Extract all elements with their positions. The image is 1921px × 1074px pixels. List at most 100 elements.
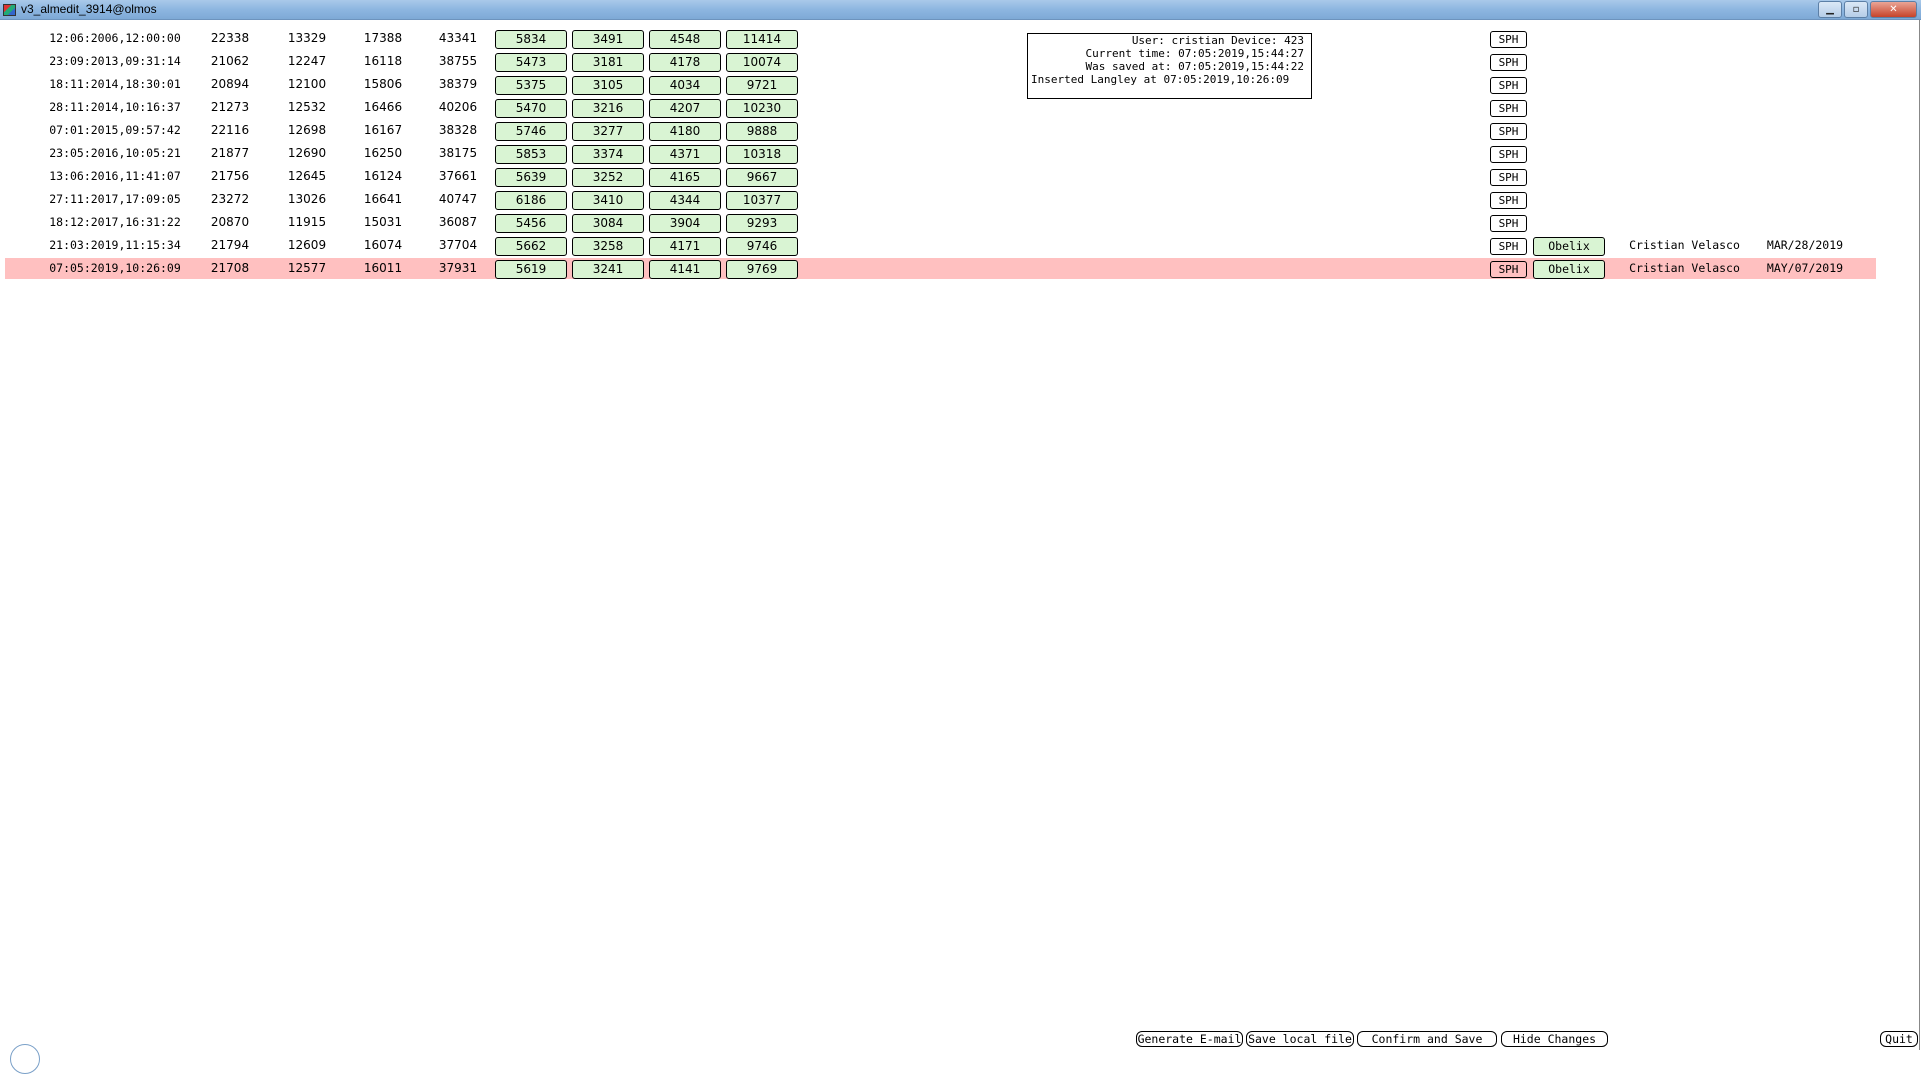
row-value-button-4[interactable]: 11414	[726, 30, 798, 49]
row-value-button-3[interactable]: 4180	[649, 122, 721, 141]
row-value-3: 16118	[363, 54, 403, 68]
row-value-4: 37661	[438, 169, 478, 183]
device-button[interactable]: Obelix	[1533, 237, 1605, 256]
row-value-2: 13026	[287, 192, 327, 206]
row-value-button-4[interactable]: 10230	[726, 99, 798, 118]
row-value-button-1[interactable]: 5619	[495, 260, 567, 279]
row-value-3: 16074	[363, 238, 403, 252]
row-value-button-3[interactable]: 4548	[649, 30, 721, 49]
row-value-2: 12577	[287, 261, 327, 275]
row-value-button-4[interactable]: 9721	[726, 76, 798, 95]
row-value-button-1[interactable]: 5375	[495, 76, 567, 95]
sph-button[interactable]: SPH	[1490, 123, 1527, 140]
row-value-button-3[interactable]: 3904	[649, 214, 721, 233]
row-value-button-3[interactable]: 4371	[649, 145, 721, 164]
row-value-2: 12690	[287, 146, 327, 160]
row-value-button-3[interactable]: 4207	[649, 99, 721, 118]
minimize-icon: ▁	[1826, 4, 1834, 15]
minimize-button[interactable]: ▁	[1818, 1, 1842, 18]
table-row[interactable]: 12:06:2006,12:00:00 22338 13329 17388 43341 5…	[5, 28, 1876, 49]
row-value-4: 38328	[438, 123, 478, 137]
row-value-4: 40747	[438, 192, 478, 206]
row-value-button-1[interactable]: 5853	[495, 145, 567, 164]
row-value-button-4[interactable]: 10377	[726, 191, 798, 210]
row-value-button-2[interactable]: 3374	[572, 145, 644, 164]
row-value-button-3[interactable]: 4141	[649, 260, 721, 279]
row-value-1: 23272	[210, 192, 250, 206]
table-row[interactable]: 18:11:2014,18:30:01 20894 12100 15806 38379 5…	[5, 74, 1876, 95]
sph-button[interactable]: SPH	[1490, 100, 1527, 117]
row-value-button-1[interactable]: 5639	[495, 168, 567, 187]
row-value-button-4[interactable]: 9769	[726, 260, 798, 279]
row-value-button-1[interactable]: 5746	[495, 122, 567, 141]
row-value-button-3[interactable]: 4344	[649, 191, 721, 210]
table-row[interactable]: 23:09:2013,09:31:14 21062 12247 16118 38755 5…	[5, 51, 1876, 72]
row-value-button-1[interactable]: 5456	[495, 214, 567, 233]
row-value-button-2[interactable]: 3258	[572, 237, 644, 256]
title-bar: v3_almedit_3914@olmos ▁ ▫ ✕	[0, 0, 1921, 20]
row-value-3: 15031	[363, 215, 403, 229]
row-value-button-1[interactable]: 5834	[495, 30, 567, 49]
table-row[interactable]: 27:11:2017,17:09:05 23272 13026 16641 40747 6…	[5, 189, 1876, 210]
row-value-button-3[interactable]: 4034	[649, 76, 721, 95]
row-value-2: 12698	[287, 123, 327, 137]
generate-email-button[interactable]: Generate E-mail	[1136, 1031, 1243, 1047]
table-row[interactable]: 23:05:2016,10:05:21 21877 12690 16250 38175 5…	[5, 143, 1876, 164]
row-value-button-2[interactable]: 3216	[572, 99, 644, 118]
row-value-button-4[interactable]: 9888	[726, 122, 798, 141]
row-value-1: 20870	[210, 215, 250, 229]
row-value-button-3[interactable]: 4178	[649, 53, 721, 72]
row-value-button-3[interactable]: 4165	[649, 168, 721, 187]
row-value-button-1[interactable]: 5470	[495, 99, 567, 118]
row-value-2: 12100	[287, 77, 327, 91]
row-value-button-2[interactable]: 3252	[572, 168, 644, 187]
row-user-name: Cristian Velasco	[1629, 238, 1740, 252]
row-value-button-4[interactable]: 9746	[726, 237, 798, 256]
row-value-button-4[interactable]: 9667	[726, 168, 798, 187]
sph-button[interactable]: SPH	[1490, 77, 1527, 94]
row-value-button-4[interactable]: 10318	[726, 145, 798, 164]
row-value-button-1[interactable]: 5473	[495, 53, 567, 72]
close-icon: ✕	[1889, 4, 1898, 15]
row-value-button-4[interactable]: 10074	[726, 53, 798, 72]
row-value-button-2[interactable]: 3105	[572, 76, 644, 95]
sph-button[interactable]: SPH	[1490, 146, 1527, 163]
sph-button[interactable]: SPH	[1490, 192, 1527, 209]
table-row[interactable]: 18:12:2017,16:31:22 20870 11915 15031 36087 5…	[5, 212, 1876, 233]
row-value-2: 12247	[287, 54, 327, 68]
row-value-button-2[interactable]: 3084	[572, 214, 644, 233]
hide-changes-button[interactable]: Hide Changes	[1501, 1031, 1608, 1047]
row-value-button-2[interactable]: 3277	[572, 122, 644, 141]
row-value-button-2[interactable]: 3491	[572, 30, 644, 49]
row-value-4: 37931	[438, 261, 478, 275]
row-value-button-2[interactable]: 3241	[572, 260, 644, 279]
maximize-button[interactable]: ▫	[1844, 1, 1868, 18]
table-row-selected[interactable]: 07:05:2019,10:26:09 21708 12577 16011 37931 5…	[5, 258, 1876, 279]
table-row[interactable]: 13:06:2016,11:41:07 21756 12645 16124 37661 5…	[5, 166, 1876, 187]
table-row[interactable]: 21:03:2019,11:15:34 21794 12609 16074 37704 5…	[5, 235, 1876, 256]
close-button[interactable]: ✕	[1870, 1, 1917, 18]
row-value-button-2[interactable]: 3410	[572, 191, 644, 210]
row-value-button-3[interactable]: 4171	[649, 237, 721, 256]
sph-button[interactable]: SPH	[1490, 31, 1527, 48]
row-value-button-1[interactable]: 5662	[495, 237, 567, 256]
sph-button[interactable]: SPH	[1490, 169, 1527, 186]
sph-button[interactable]: SPH	[1490, 261, 1527, 278]
row-value-button-2[interactable]: 3181	[572, 53, 644, 72]
table-row[interactable]: 07:01:2015,09:57:42 22116 12698 16167 38328 5…	[5, 120, 1876, 141]
row-timestamp: 23:09:2013,09:31:14	[49, 54, 181, 68]
sph-button[interactable]: SPH	[1490, 215, 1527, 232]
row-value-4: 38175	[438, 146, 478, 160]
sph-button[interactable]: SPH	[1490, 238, 1527, 255]
row-value-3: 17388	[363, 31, 403, 45]
table-row[interactable]: 28:11:2014,10:16:37 21273 12532 16466 40206 5…	[5, 97, 1876, 118]
row-value-button-4[interactable]: 9293	[726, 214, 798, 233]
device-button[interactable]: Obelix	[1533, 260, 1605, 279]
save-local-file-button[interactable]: Save local file	[1246, 1031, 1354, 1047]
row-date-label: MAR/28/2019	[1766, 238, 1844, 252]
row-value-3: 16250	[363, 146, 403, 160]
quit-button[interactable]: Quit	[1880, 1031, 1918, 1047]
confirm-and-save-button[interactable]: Confirm and Save	[1357, 1031, 1497, 1047]
sph-button[interactable]: SPH	[1490, 54, 1527, 71]
row-value-button-1[interactable]: 6186	[495, 191, 567, 210]
